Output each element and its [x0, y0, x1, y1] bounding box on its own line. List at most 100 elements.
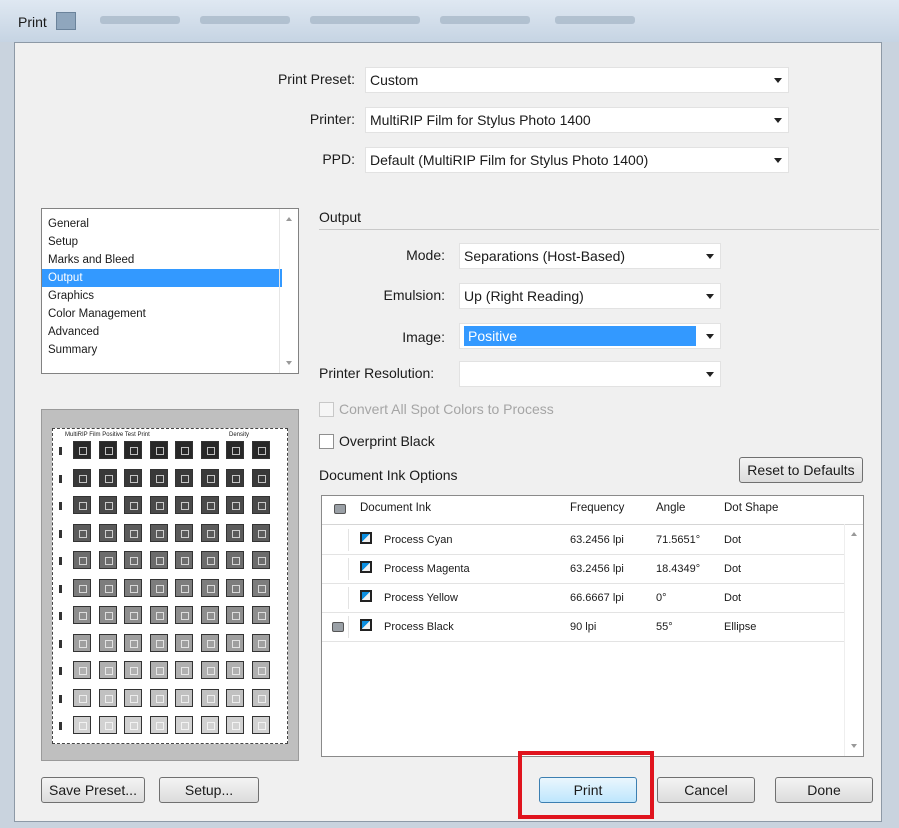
emulsion-select[interactable]: Up (Right Reading) — [459, 283, 721, 309]
category-item-color-management[interactable]: Color Management — [42, 305, 282, 323]
test-swatch — [251, 551, 270, 569]
scroll-down-icon — [851, 744, 857, 748]
print-ink-toggle[interactable] — [326, 587, 349, 609]
test-swatch — [175, 716, 193, 734]
test-swatch — [226, 578, 244, 597]
print-preview: MultiRIP Film Positive Test Print Densit… — [41, 409, 299, 761]
test-swatch — [124, 716, 142, 734]
test-swatch — [73, 661, 91, 679]
test-swatch — [149, 716, 168, 734]
done-button[interactable]: Done — [775, 777, 873, 803]
ink-row[interactable]: Process Magenta 63.2456 lpi 18.4349° Dot — [322, 555, 844, 584]
test-swatch — [175, 523, 193, 542]
test-swatch — [73, 468, 91, 487]
ink-dot-shape: Dot — [724, 592, 742, 604]
print-ink-toggle[interactable] — [326, 529, 349, 551]
overprint-black-checkbox[interactable] — [319, 434, 334, 449]
ink-row[interactable]: Process Cyan 63.2456 lpi 71.5651° Dot — [322, 526, 844, 555]
ink-frequency: 63.2456 lpi — [570, 534, 624, 546]
section-divider — [319, 229, 879, 230]
print-ink-toggle[interactable] — [326, 616, 349, 638]
test-swatch — [149, 468, 168, 487]
test-swatch — [98, 551, 117, 569]
test-swatch — [73, 578, 91, 597]
ink-table: Document Ink Frequency Angle Dot Shape P… — [321, 495, 864, 757]
title-bar: Print — [0, 0, 899, 42]
row-marker — [59, 557, 62, 565]
test-swatch — [251, 578, 270, 597]
output-section-title: Output — [319, 209, 362, 225]
ink-dot-shape: Dot — [724, 563, 742, 575]
test-swatch — [73, 606, 91, 624]
test-swatch — [200, 468, 219, 487]
column-frequency[interactable]: Frequency — [570, 502, 624, 514]
printer-select[interactable]: MultiRIP Film for Stylus Photo 1400 — [365, 107, 789, 133]
row-marker — [59, 667, 62, 675]
test-swatch — [149, 523, 168, 542]
chevron-down-icon — [774, 78, 782, 83]
process-ink-icon — [360, 619, 372, 631]
ink-dot-shape: Dot — [724, 534, 742, 546]
ink-table-scrollbar[interactable] — [844, 524, 863, 756]
ink-row[interactable]: Process Yellow 66.6667 lpi 0° Dot — [322, 584, 844, 613]
print-preset-value: Custom — [370, 72, 419, 88]
cancel-button[interactable]: Cancel — [657, 777, 755, 803]
setup-button[interactable]: Setup... — [159, 777, 259, 803]
test-swatch — [175, 496, 193, 514]
ink-row[interactable]: Process Black 90 lpi 55° Ellipse — [322, 613, 844, 642]
test-swatch — [124, 633, 142, 652]
row-marker — [59, 447, 62, 455]
category-item-summary[interactable]: Summary — [42, 341, 282, 359]
image-select[interactable]: Positive — [459, 323, 721, 349]
column-angle[interactable]: Angle — [656, 502, 685, 514]
print-button[interactable]: Print — [539, 777, 637, 803]
save-preset-button[interactable]: Save Preset... — [41, 777, 145, 803]
test-swatch — [124, 468, 142, 487]
test-swatch — [175, 661, 193, 679]
column-dot-shape[interactable]: Dot Shape — [724, 502, 778, 514]
category-item-marks-and-bleed[interactable]: Marks and Bleed — [42, 251, 282, 269]
mode-value: Separations (Host-Based) — [464, 248, 626, 264]
test-swatch — [200, 551, 219, 569]
chevron-down-icon — [706, 294, 714, 299]
mode-select[interactable]: Separations (Host-Based) — [459, 243, 721, 269]
category-item-general[interactable]: General — [42, 215, 282, 233]
ink-table-header: Document Ink Frequency Angle Dot Shape — [322, 496, 863, 525]
blurred-title-text — [555, 16, 635, 24]
ink-angle: 55° — [656, 621, 673, 633]
test-swatch — [200, 716, 219, 734]
test-swatch — [251, 468, 270, 487]
printer-resolution-select[interactable] — [459, 361, 721, 387]
row-marker — [59, 584, 62, 593]
test-swatch — [124, 441, 142, 459]
category-item-output[interactable]: Output — [42, 269, 282, 287]
category-item-setup[interactable]: Setup — [42, 233, 282, 251]
printer-value: MultiRIP Film for Stylus Photo 1400 — [370, 112, 591, 128]
column-document-ink[interactable]: Document Ink — [360, 502, 431, 514]
category-list[interactable]: General Setup Marks and Bleed Output Graphic… — [41, 208, 299, 374]
test-swatch — [98, 578, 117, 597]
test-swatch — [200, 633, 219, 652]
test-swatch — [124, 551, 142, 569]
blurred-title-text — [440, 16, 530, 24]
preview-density-label: Density — [229, 432, 250, 438]
test-swatch — [73, 441, 91, 459]
test-swatch — [200, 496, 219, 514]
ppd-select[interactable]: Default (MultiRIP Film for Stylus Photo … — [365, 147, 789, 173]
print-ink-toggle[interactable] — [326, 558, 349, 580]
ink-angle: 0° — [656, 592, 667, 604]
print-preset-label: Print Preset: — [277, 71, 355, 87]
test-swatch — [226, 523, 244, 542]
chevron-down-icon — [774, 118, 782, 123]
test-swatch — [124, 606, 142, 624]
row-marker — [59, 502, 62, 510]
test-swatch — [175, 551, 193, 569]
reset-to-defaults-button[interactable]: Reset to Defaults — [739, 457, 863, 483]
category-list-scrollbar[interactable] — [279, 209, 298, 373]
category-item-advanced[interactable]: Advanced — [42, 323, 282, 341]
test-swatch — [73, 523, 91, 542]
category-item-graphics[interactable]: Graphics — [42, 287, 282, 305]
print-preset-select[interactable]: Custom — [365, 67, 789, 93]
test-swatch — [226, 496, 244, 514]
convert-spot-checkbox[interactable] — [319, 402, 334, 417]
